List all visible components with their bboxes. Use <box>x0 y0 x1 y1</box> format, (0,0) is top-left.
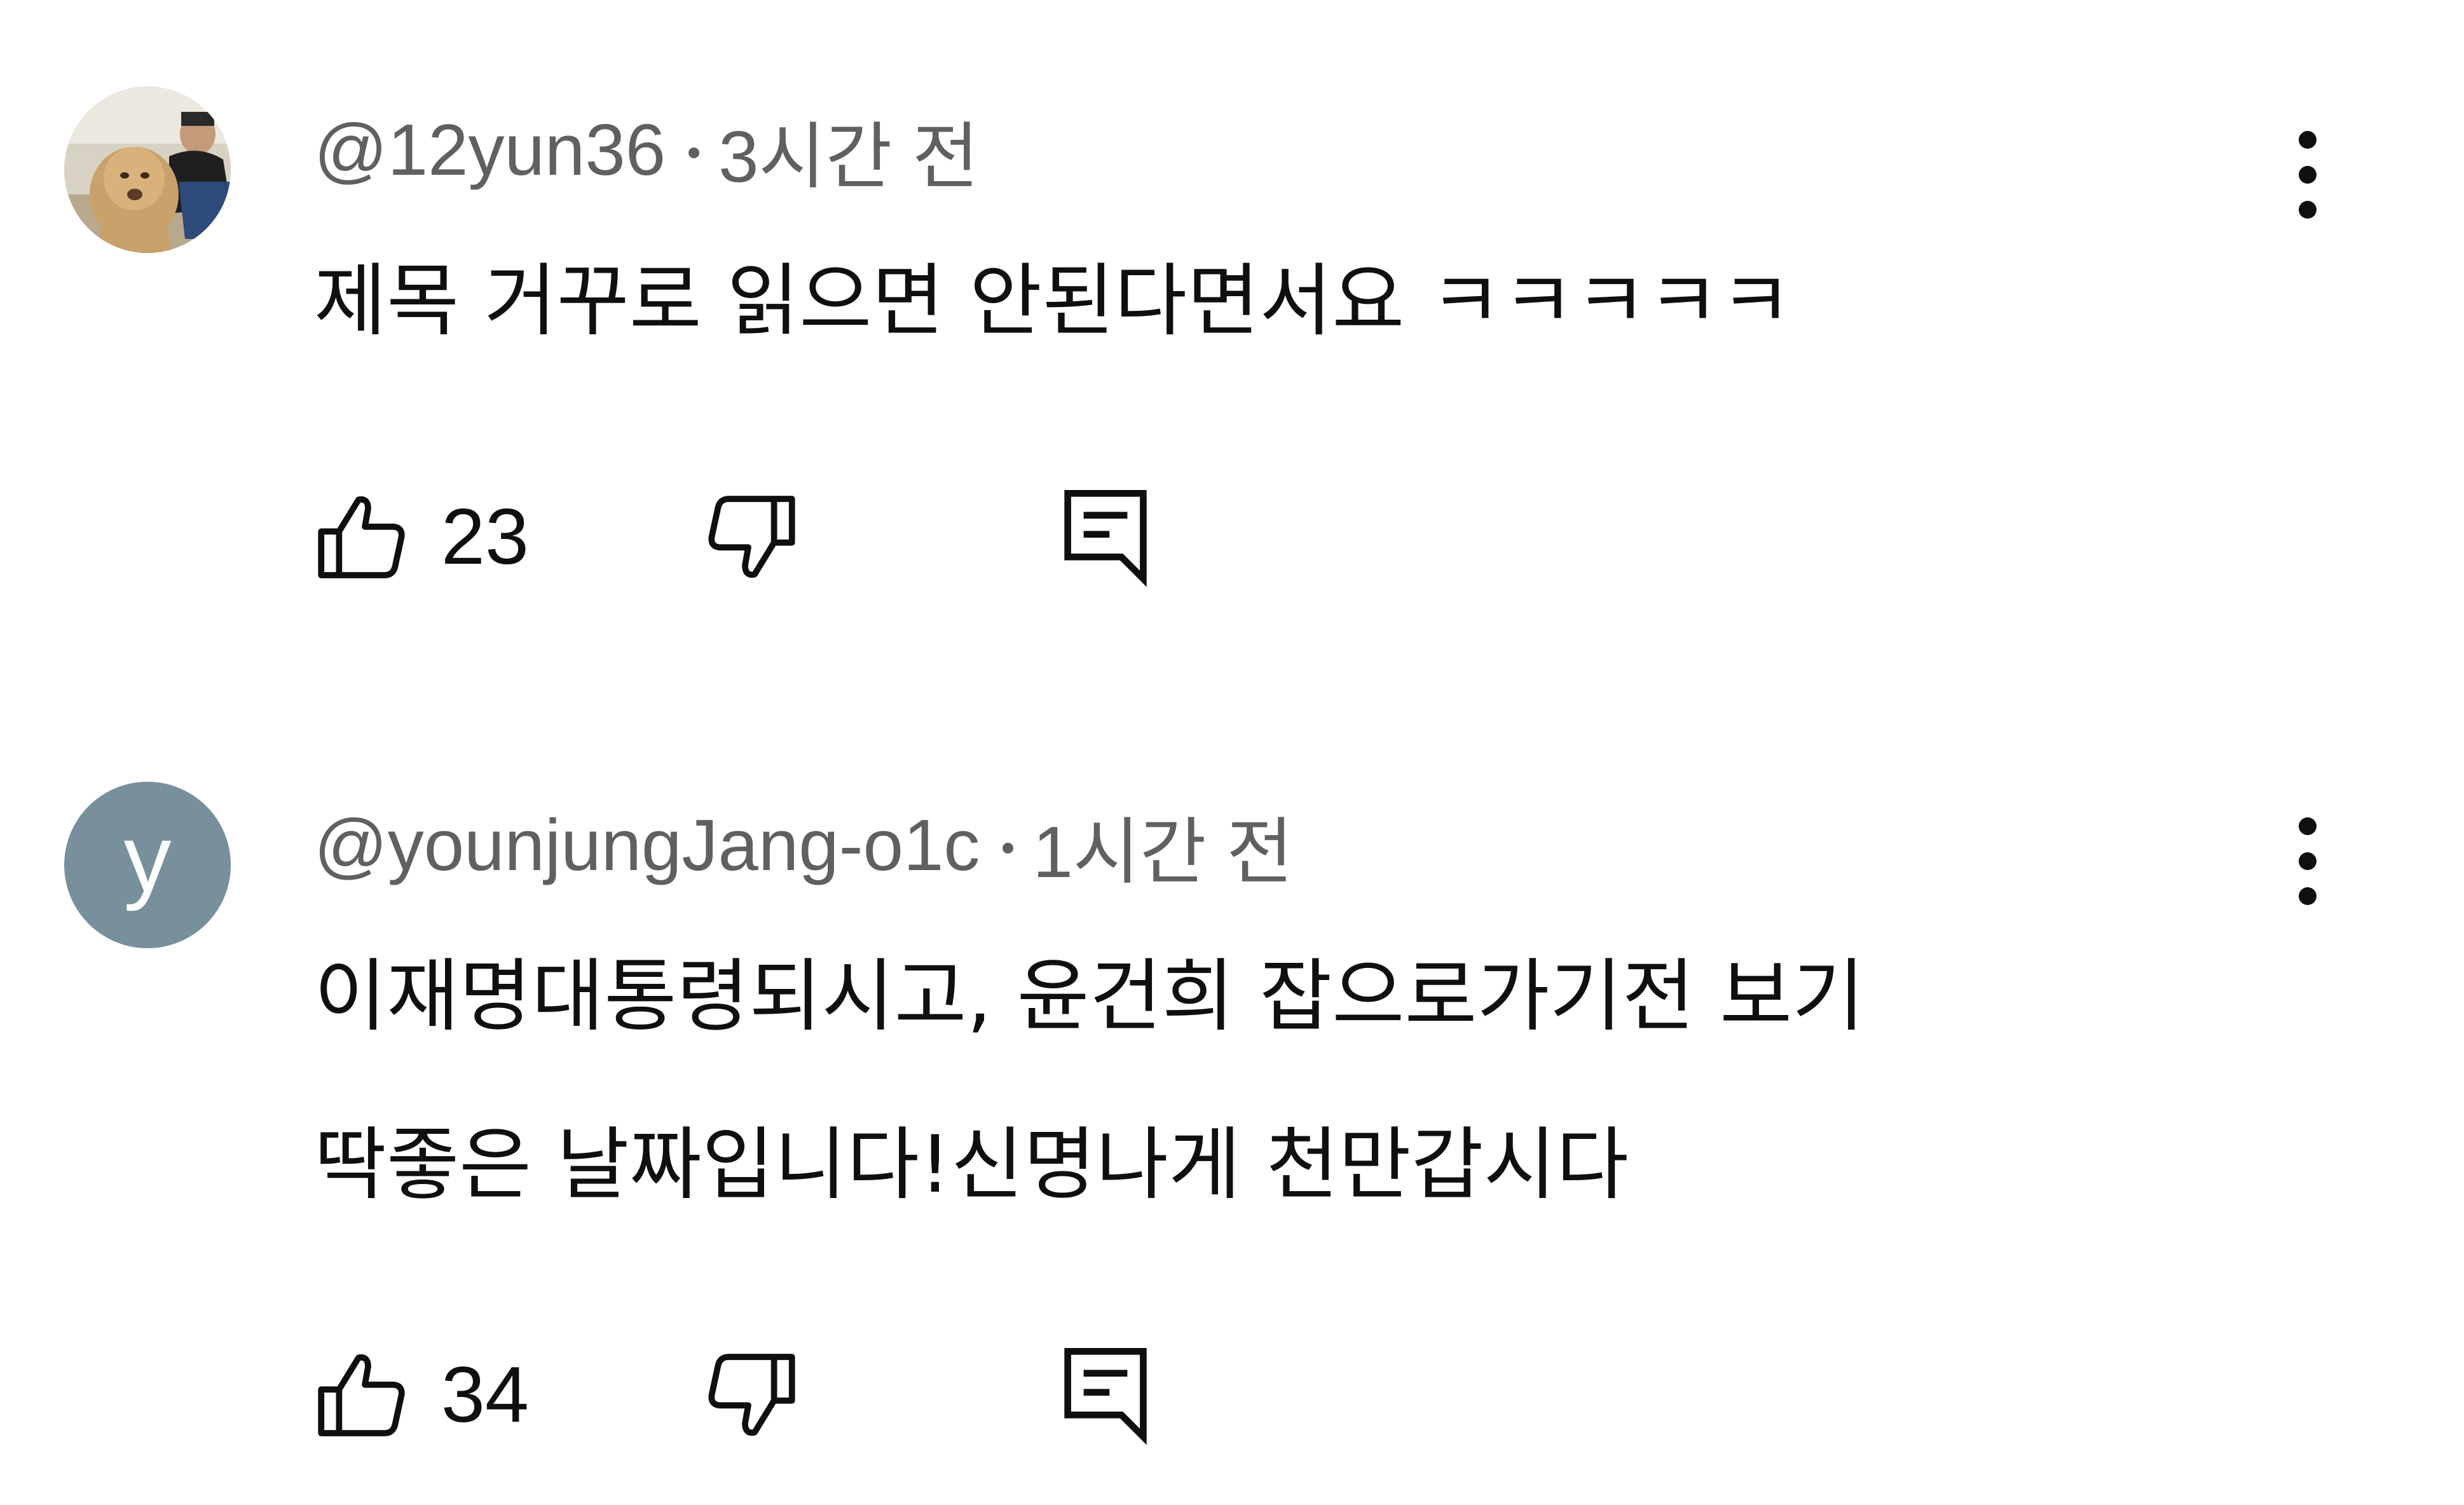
comment-text: 이재명대통령되시고, 윤건희 잡으로가기전 보기 딱좋은 날짜입니다!신명나게 … <box>314 913 1865 1250</box>
more-vertical-icon <box>2299 817 2317 905</box>
reply-comment-icon <box>1064 489 1147 587</box>
comment-author[interactable]: @younjungJang-o1c <box>314 804 980 887</box>
more-options-button[interactable] <box>2269 788 2346 934</box>
user-photo-icon <box>64 86 231 253</box>
reply-button[interactable] <box>1058 473 1153 601</box>
comment-text: 제목 거꾸로 읽으면 안된다면서요 ㅋㅋㅋㅋㅋ <box>314 217 1792 386</box>
comment-header: @younjungJang-o1c 1시간 전 <box>314 801 1293 893</box>
avatar-letter: y <box>123 805 172 911</box>
separator-dot <box>688 147 700 158</box>
dislike-button[interactable] <box>704 473 799 601</box>
more-vertical-icon <box>2299 131 2317 219</box>
separator-dot <box>1003 842 1014 854</box>
reply-button[interactable] <box>1058 1331 1153 1459</box>
reply-comment-icon <box>1064 1347 1147 1445</box>
comment-text-line: 제목 거꾸로 읽으면 안된다면서요 ㅋㅋㅋㅋㅋ <box>314 255 1793 347</box>
like-button[interactable]: 34 <box>314 1331 529 1459</box>
comment-text-line: 이재명대통령되시고, 윤건희 잡으로가기전 보기 <box>314 951 1865 1042</box>
comment-actions: 23 <box>314 473 1204 601</box>
like-button[interactable]: 23 <box>314 473 529 601</box>
like-count: 34 <box>441 1351 529 1439</box>
comment-author[interactable]: @12yun36 <box>314 109 666 192</box>
avatar[interactable]: y <box>64 782 231 948</box>
comment-actions: 34 <box>314 1331 1204 1459</box>
thumbs-up-icon <box>318 1354 405 1436</box>
comment-header: @12yun36 3시간 전 <box>314 106 979 198</box>
comment-thread-item: y @younjungJang-o1c 1시간 전 이재명대통령되시고, 윤건희… <box>0 699 2464 1505</box>
dislike-button[interactable] <box>704 1331 799 1459</box>
more-options-button[interactable] <box>2269 102 2346 248</box>
like-count: 23 <box>441 493 529 581</box>
thumbs-down-icon <box>708 496 795 578</box>
comment-text-line: 딱좋은 날짜입니다!신명나게 천만갑시다 <box>314 1119 1629 1211</box>
thumbs-up-icon <box>318 496 405 578</box>
comment-timestamp[interactable]: 3시간 전 <box>718 98 979 203</box>
comment-timestamp[interactable]: 1시간 전 <box>1032 793 1293 898</box>
avatar[interactable] <box>64 86 231 253</box>
thumbs-down-icon <box>708 1354 795 1436</box>
comment-thread-item: @12yun36 3시간 전 제목 거꾸로 읽으면 안된다면서요 ㅋㅋㅋㅋㅋ 2… <box>0 0 2464 699</box>
